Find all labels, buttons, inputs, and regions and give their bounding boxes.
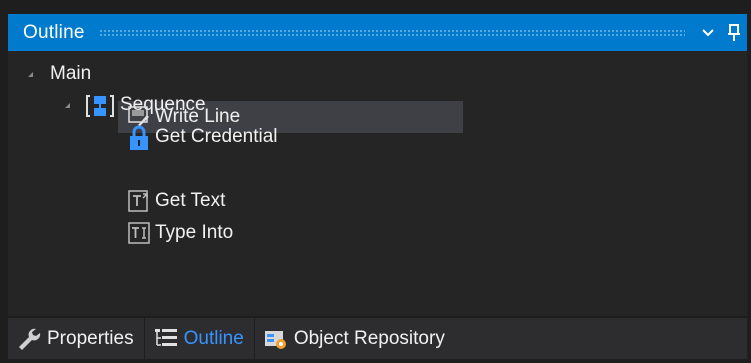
panel-title: Outline xyxy=(23,21,85,43)
sequence-icon xyxy=(85,93,115,117)
tab-object-repository[interactable]: Object Repository xyxy=(255,318,455,359)
tree-node-label: Get Text xyxy=(155,190,226,211)
type-into-icon xyxy=(128,221,150,245)
tab-properties[interactable]: Properties xyxy=(8,318,144,359)
panel-titlebar[interactable]: Outline xyxy=(8,14,747,51)
tree-node-write-line[interactable]: Write Line xyxy=(128,101,240,133)
tree-node-label: Main xyxy=(50,63,92,84)
expand-arrow-icon[interactable] xyxy=(28,72,33,77)
get-text-icon xyxy=(128,189,150,213)
tab-label: Object Repository xyxy=(293,327,445,349)
tree-node-type-into[interactable]: Type Into xyxy=(128,217,233,249)
tree-node-get-text[interactable]: Get Text xyxy=(128,185,225,217)
tab-label: Outline xyxy=(183,327,244,349)
tree-node-label: Type Into xyxy=(155,222,234,243)
tab-outline[interactable]: Outline xyxy=(145,318,254,359)
outline-icon xyxy=(153,326,179,352)
write-line-icon xyxy=(128,105,150,129)
pin-icon[interactable] xyxy=(721,14,747,51)
tree-node-main[interactable]: Main xyxy=(28,58,91,90)
object-repository-icon xyxy=(263,326,289,352)
tab-label: Properties xyxy=(47,327,134,349)
drag-grip[interactable] xyxy=(98,28,685,37)
expand-arrow-icon[interactable] xyxy=(65,103,70,108)
chevron-down-icon[interactable] xyxy=(695,14,721,51)
wrench-icon xyxy=(16,326,42,352)
panel-tab-bar: Properties Outline Object Repository xyxy=(8,318,747,359)
tree-node-label: Write Line xyxy=(155,106,241,127)
